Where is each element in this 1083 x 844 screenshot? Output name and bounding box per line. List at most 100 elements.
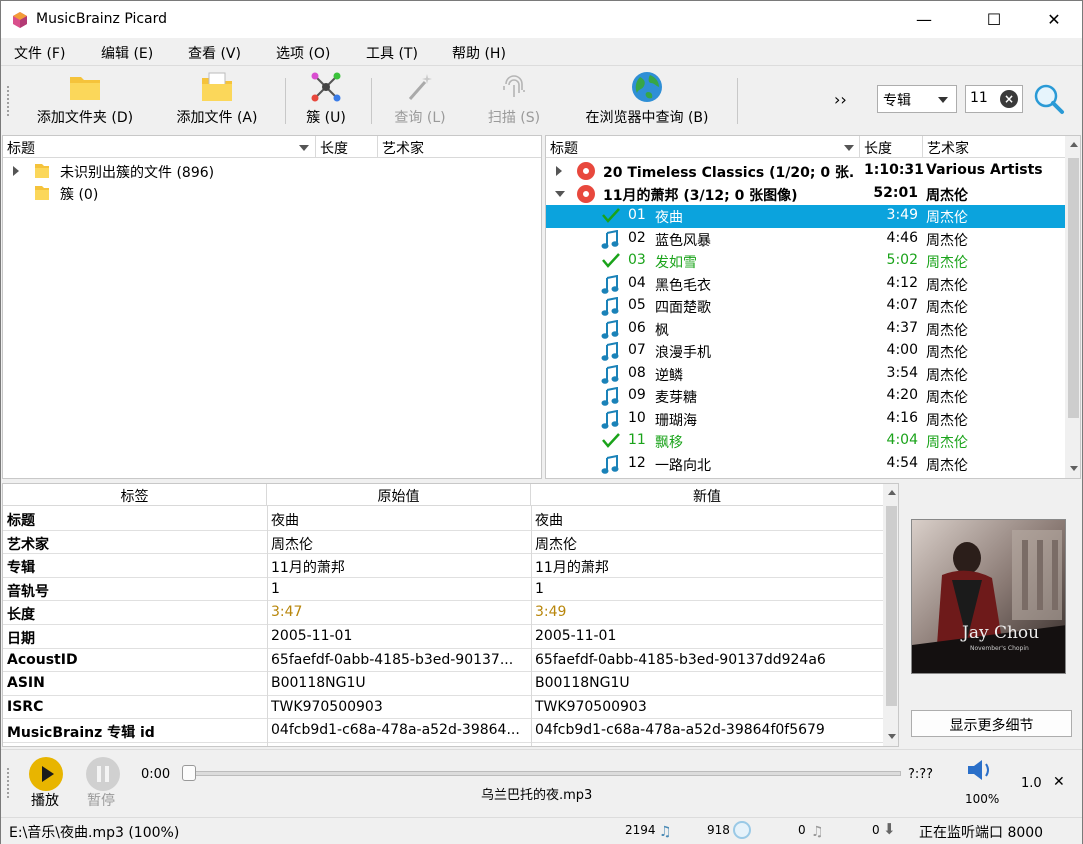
scroll-down-icon[interactable]	[1070, 466, 1078, 471]
track-row[interactable]: 01 夜曲 3:49 周杰伦	[546, 205, 1065, 228]
elapsed-time: 0:00	[141, 767, 171, 782]
minimize-button[interactable]: —	[901, 1, 947, 38]
metadata-row[interactable]: 标题 夜曲 夜曲	[3, 507, 883, 531]
status-listening-port: 正在监听端口 8000	[919, 825, 1044, 841]
search-input[interactable]: 11 ×	[965, 85, 1023, 113]
status-file-count: 2194	[625, 823, 656, 837]
music-note-icon	[601, 341, 619, 361]
album-row[interactable]: 11月的萧邦 (3/12; 0 张图像) 52:01 周杰伦	[546, 183, 1065, 206]
metadata-table: 标签 原始值 新值 标题 夜曲 夜曲 艺术家 周杰伦 周杰伦 专辑 11月的萧邦 11月的萧邦音…	[2, 483, 899, 747]
album-row[interactable]: 20 Timeless Classics (1/20; 0 张... 1:10:3…	[546, 160, 1065, 183]
pause-button[interactable]	[86, 757, 120, 791]
clear-search-icon[interactable]: ×	[1000, 90, 1018, 108]
track-row[interactable]: 07 浪漫手机 4:00 周杰伦	[546, 340, 1065, 363]
scrollbar-thumb[interactable]	[1068, 158, 1079, 418]
check-icon	[602, 433, 620, 448]
column-artist[interactable]: 艺术家	[923, 136, 1065, 158]
metadata-scrollbar[interactable]	[883, 484, 898, 746]
maximize-button[interactable]: ☐	[971, 1, 1017, 38]
browser-lookup-button[interactable]: 在浏览器中查询 (B)	[575, 70, 719, 130]
toolbar-grip[interactable]	[7, 86, 11, 116]
status-file-path: E:\音乐\夜曲.mp3 (100%)	[9, 825, 180, 841]
status-bar: E:\音乐\夜曲.mp3 (100%) 2194 ♫ 918 0 ♫ 0 ⬇ 正…	[1, 817, 1082, 844]
column-length[interactable]: 长度	[860, 136, 923, 158]
column-artist[interactable]: 艺术家	[378, 136, 541, 158]
metadata-row[interactable]: ISRC TWK970500903 TWK970500903	[3, 696, 883, 720]
column-tag[interactable]: 标签	[3, 484, 267, 506]
track-row[interactable]: 08 逆鳞 3:54 周杰伦	[546, 363, 1065, 386]
metadata-row[interactable]: AcoustID 65faefdf-0abb-4185-b3ed-90137...…	[3, 649, 883, 673]
music-note-icon	[601, 454, 619, 474]
scroll-up-icon[interactable]	[1070, 142, 1078, 147]
track-row[interactable]: 05 四面楚歌 4:07 周杰伦	[546, 295, 1065, 318]
menu-edit[interactable]: 编辑 (E)	[101, 43, 153, 63]
column-length[interactable]: 长度	[316, 136, 378, 158]
toolbar: 添加文件夹 (D) 添加文件 (A) 簇 (U) 查询 (L) 扫描 (S) 在…	[1, 65, 1082, 133]
seek-slider-handle[interactable]	[182, 765, 196, 781]
add-files-button[interactable]: 添加文件 (A)	[169, 70, 265, 130]
tree-item-unclustered[interactable]: 未识别出簇的文件 (896)	[3, 160, 541, 183]
show-more-details-button[interactable]: 显示更多细节	[911, 710, 1072, 737]
metadata-row[interactable]: ASIN B00118NG1U B00118NG1U	[3, 672, 883, 696]
collapse-icon[interactable]	[555, 190, 565, 197]
status-pending-count: 0	[798, 823, 806, 837]
close-player-icon[interactable]: ✕	[1053, 774, 1065, 790]
file-pane-header: 标题 长度 艺术家	[3, 136, 541, 158]
track-row[interactable]: 03 发如雪 5:02 周杰伦	[546, 250, 1065, 273]
playback-speed[interactable]: 1.0	[1021, 776, 1042, 791]
music-note-icon	[601, 274, 619, 294]
check-icon	[602, 208, 620, 223]
track-row[interactable]: 06 枫 4:37 周杰伦	[546, 318, 1065, 341]
cluster-button[interactable]: 簇 (U)	[299, 70, 353, 130]
search-icon[interactable]	[1033, 83, 1065, 115]
track-row[interactable]: 04 黑色毛衣 4:12 周杰伦	[546, 273, 1065, 296]
scroll-down-icon[interactable]	[888, 734, 896, 739]
tree-item-clusters[interactable]: 簇 (0)	[3, 182, 541, 205]
music-note-icon	[601, 386, 619, 406]
metadata-row[interactable]: 音轨号 1 1	[3, 578, 883, 602]
seek-track[interactable]	[187, 771, 901, 776]
menu-options[interactable]: 选项 (O)	[276, 43, 330, 63]
window-title: MusicBrainz Picard	[36, 11, 168, 27]
lookup-button[interactable]: 查询 (L)	[387, 70, 453, 130]
column-title[interactable]: 标题	[546, 136, 860, 158]
player-grip[interactable]	[7, 768, 11, 798]
track-row[interactable]: 02 蓝色风暴 4:46 周杰伦	[546, 228, 1065, 251]
metadata-row[interactable]: 日期 2005-11-01 2005-11-01	[3, 625, 883, 649]
track-row[interactable]: 12 一路向北 4:54 周杰伦	[546, 453, 1065, 476]
menu-tools[interactable]: 工具 (T)	[366, 43, 418, 63]
expand-icon[interactable]	[13, 166, 19, 176]
scroll-up-icon[interactable]	[888, 490, 896, 495]
column-new[interactable]: 新值	[531, 484, 883, 506]
close-button[interactable]: ✕	[1031, 1, 1077, 38]
scan-button[interactable]: 扫描 (S)	[481, 70, 547, 130]
play-icon	[42, 766, 54, 782]
search-type-select[interactable]: 专辑	[877, 85, 957, 113]
expand-icon[interactable]	[556, 166, 562, 176]
track-row[interactable]: 09 麦芽糖 4:20 周杰伦	[546, 385, 1065, 408]
metadata-row[interactable]: 专辑 11月的萧邦 11月的萧邦	[3, 554, 883, 578]
metadata-row[interactable]: 艺术家 周杰伦 周杰伦	[3, 531, 883, 555]
toolbar-overflow-chevron-icon[interactable]: ››	[834, 90, 847, 109]
scrollbar-thumb[interactable]	[886, 506, 897, 706]
metadata-row[interactable]: MusicBrainz 专辑 id 04fcb9d1-c68a-478a-a52d…	[3, 719, 883, 743]
menu-help[interactable]: 帮助 (H)	[452, 43, 506, 63]
column-title[interactable]: 标题	[3, 136, 316, 158]
play-button[interactable]	[29, 757, 63, 791]
album-pane-scrollbar[interactable]	[1065, 136, 1080, 478]
track-row[interactable]: 10 珊瑚海 4:16 周杰伦	[546, 408, 1065, 431]
menu-file[interactable]: 文件 (F)	[14, 43, 65, 63]
music-note-icon	[601, 296, 619, 316]
status-download-count: 0	[872, 823, 880, 837]
add-folder-button[interactable]: 添加文件夹 (D)	[29, 70, 141, 130]
files-note-icon: ♫	[659, 824, 672, 840]
cover-art[interactable]: Jay Chou November's Chopin	[911, 519, 1066, 674]
music-note-icon	[601, 229, 619, 249]
toolbar-separator	[737, 78, 738, 124]
track-row[interactable]: 11 飘移 4:04 周杰伦	[546, 430, 1065, 453]
picard-window: MusicBrainz Picard — ☐ ✕ 文件 (F) 编辑 (E) 查…	[0, 0, 1083, 844]
menu-view[interactable]: 查看 (V)	[188, 43, 241, 63]
column-original[interactable]: 原始值	[267, 484, 531, 506]
metadata-row[interactable]: 长度 3:47 3:49	[3, 601, 883, 625]
volume-icon[interactable]	[966, 758, 994, 782]
